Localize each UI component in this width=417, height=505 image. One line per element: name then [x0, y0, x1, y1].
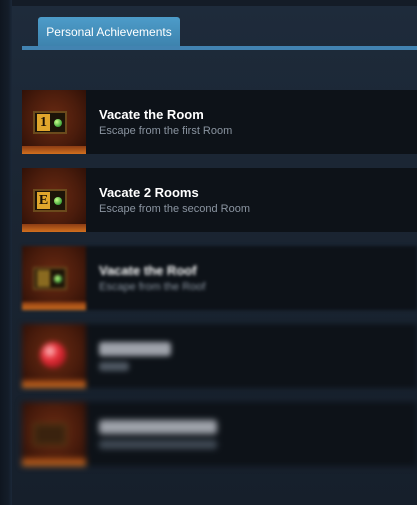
left-sidebar-edge: [0, 0, 12, 505]
achievement-row[interactable]: [22, 324, 417, 388]
achievement-title: Vacate the Room: [99, 106, 204, 122]
achievement-title: [99, 419, 217, 434]
achievement-description: Escape from the first Room: [99, 124, 233, 137]
achievement-row[interactable]: [22, 402, 417, 466]
achievement-badge: 1: [37, 114, 50, 131]
red-orb-icon: [22, 324, 86, 388]
achievement-description: [99, 439, 217, 449]
tab-underline: [22, 46, 417, 50]
room-1-plate-icon: 1: [22, 90, 86, 154]
room-e-plate-icon: E: [22, 168, 86, 232]
roof-plate-icon: [22, 246, 86, 310]
achievement-description: Escape from the Roof: [99, 280, 206, 293]
tab-personal-achievements[interactable]: Personal Achievements: [38, 17, 180, 47]
achievement-title: [99, 341, 171, 356]
achievement-row[interactable]: E Vacate 2 Rooms Escape from the second …: [22, 168, 417, 232]
achievement-description: Escape from the second Room: [99, 202, 251, 215]
tab-label: Personal Achievements: [46, 25, 172, 39]
achievement-row[interactable]: 1 Vacate the Room Escape from the first …: [22, 90, 417, 154]
achievement-row[interactable]: Vacate the Roof Escape from the Roof: [22, 246, 417, 310]
achievement-title: Vacate 2 Rooms: [99, 184, 199, 200]
achievement-badge: E: [37, 192, 50, 209]
achievement-description: [99, 361, 129, 371]
wood-plate-icon: [22, 402, 86, 466]
achievement-title: Vacate the Roof: [99, 262, 197, 278]
